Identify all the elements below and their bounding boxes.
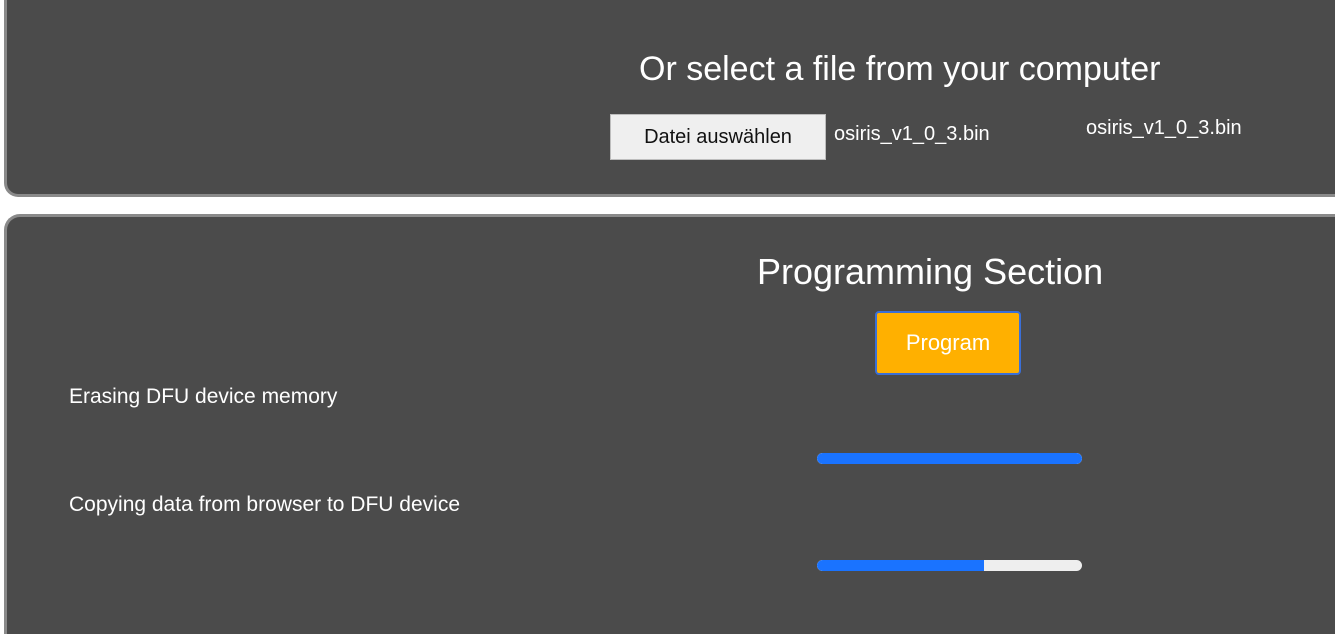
- copy-progress-bar: [817, 560, 1082, 571]
- erase-status-label: Erasing DFU device memory: [69, 385, 338, 408]
- programming-section-title: Programming Section: [757, 251, 1104, 292]
- copy-status-label: Copying data from browser to DFU device: [69, 493, 460, 516]
- programming-panel: Programming Section Program Erasing DFU …: [4, 214, 1335, 634]
- file-name-label: osiris_v1_0_3.bin: [1086, 117, 1242, 139]
- program-button[interactable]: Program: [875, 311, 1021, 375]
- selected-file-name: osiris_v1_0_3.bin: [834, 123, 990, 145]
- erase-progress-fill: [817, 453, 1082, 464]
- erase-progress-bar: [817, 453, 1082, 464]
- file-select-panel: Or select a file from your computer Date…: [4, 0, 1335, 197]
- copy-progress-fill: [817, 560, 984, 571]
- file-select-title: Or select a file from your computer: [639, 50, 1161, 88]
- choose-file-button[interactable]: Datei auswählen: [610, 114, 826, 160]
